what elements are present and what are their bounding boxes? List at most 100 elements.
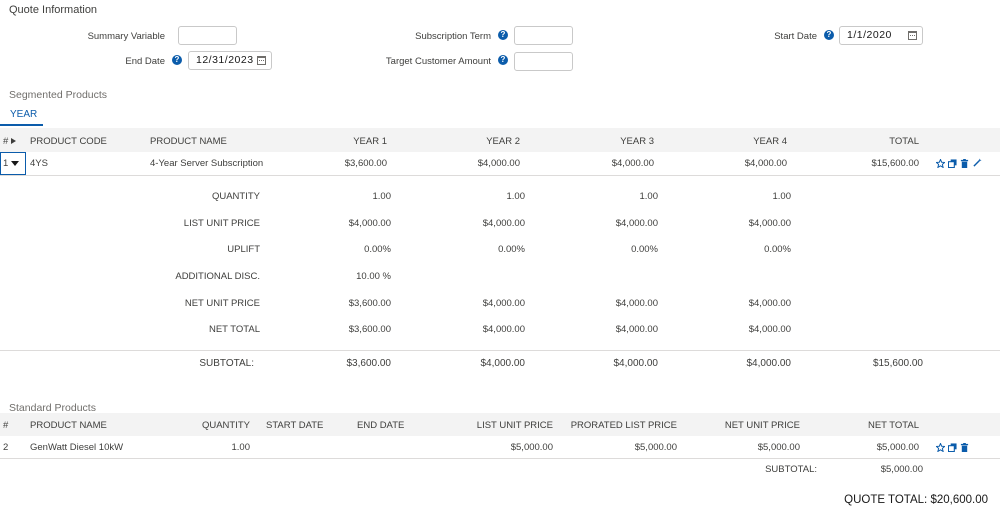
detail-value[interactable]: 10.00 % [300,271,391,282]
segmented-header-total: TOTAL [889,136,919,147]
detail-value[interactable]: $4,000.00 [300,218,391,229]
segmented-subtotal-year3: $4,000.00 [613,358,659,369]
standard-row-product-name: GenWatt Diesel 10kW [30,442,124,453]
detail-value[interactable]: 1.00 [300,191,392,202]
end-date-input[interactable]: 12/31/2023 [188,51,272,70]
segmented-subtotal-year2: $4,000.00 [480,358,526,369]
quote-total: QUOTE TOTAL: $20,600.00 [844,494,988,506]
detail-value[interactable]: $4,000.00 [700,218,791,229]
expand-all-icon[interactable] [10,138,16,145]
tab-year[interactable]: YEAR [10,109,37,120]
detail-value[interactable]: $3,600.00 [300,298,391,309]
calendar-icon[interactable] [257,56,266,65]
segmented-row-product-code: 4YS [30,158,48,169]
detail-label: QUANTITY [211,191,260,202]
detail-label: NET TOTAL [208,324,260,335]
standard-header-quantity: QUANTITY [201,420,250,431]
target-customer-amount-label: Target Customer Amount [385,56,491,67]
segmented-header-product-code: PRODUCT CODE [30,136,107,147]
start-date-label: Start Date [774,31,817,42]
detail-label: LIST UNIT PRICE [183,218,260,229]
star-icon[interactable] [936,443,945,452]
segmented-subtotal-year1: $3,600.00 [346,358,392,369]
detail-value[interactable]: 0.00% [434,244,525,255]
detail-value[interactable]: 0.00% [700,244,791,255]
detail-value[interactable]: $3,600.00 [300,324,391,335]
start-date-help-icon[interactable]: ? [824,30,834,40]
standard-row-prorated-list-price: $5,000.00 [634,442,677,453]
standard-header-num: # [3,420,9,431]
segmented-row-divider [0,175,1000,176]
segmented-row-total: $15,600.00 [871,158,919,169]
detail-value[interactable]: 1.00 [700,191,792,202]
end-date-label: End Date [125,56,165,67]
segmented-header-year4: YEAR 4 [753,136,787,147]
segmented-header-year1: YEAR 1 [353,136,387,147]
detail-value[interactable]: $4,000.00 [434,218,525,229]
detail-value[interactable]: $4,000.00 [567,218,658,229]
summary-variable-input[interactable] [178,26,237,45]
calendar-icon[interactable] [908,31,917,40]
segmented-row-product-name: 4-Year Server Subscription [150,158,264,169]
segmented-subtotal-label: SUBTOTAL: [199,358,254,369]
detail-value[interactable]: $4,000.00 [434,324,525,335]
segmented-row-year3: $4,000.00 [611,158,654,169]
standard-row-quantity: 1.00 [231,442,251,453]
standard-row-num: 2 [3,442,9,453]
standard-row-list-unit-price: $5,000.00 [510,442,553,453]
subscription-term-label: Subscription Term [415,31,491,42]
standard-header-start-date: START DATE [266,420,324,431]
detail-value[interactable]: 1.00 [567,191,659,202]
start-date-value: 1/1/2020 [847,29,892,41]
segmented-subtotal-total: $15,600.00 [872,358,923,369]
standard-row-divider [0,458,1000,459]
segmented-header-num[interactable]: # [3,136,16,147]
segmented-row-year4: $4,000.00 [744,158,787,169]
subscription-term-help-icon[interactable]: ? [498,30,508,40]
detail-value[interactable]: 0.00% [300,244,391,255]
standard-subtotal-value: $5,000.00 [880,464,923,475]
standard-header-product-name: PRODUCT NAME [30,420,107,431]
standard-header-net-unit-price: NET UNIT PRICE [724,420,800,431]
detail-label: ADDITIONAL DISC. [175,271,260,282]
subscription-term-input[interactable] [514,26,573,45]
chevron-down-icon[interactable] [10,160,19,166]
copy-icon[interactable] [948,443,957,452]
segmented-subtotal-divider [0,350,1000,351]
standard-row-net-total: $5,000.00 [876,442,919,453]
segmented-row-year1: $3,600.00 [344,158,387,169]
trash-icon[interactable] [960,159,969,168]
detail-value[interactable]: $4,000.00 [567,324,658,335]
summary-variable-label: Summary Variable [87,31,165,42]
segmented-row-num: 1 [3,158,19,169]
standard-header-list-unit-price: LIST UNIT PRICE [476,420,553,431]
segmented-products-title: Segmented Products [9,89,108,101]
detail-label: UPLIFT [227,244,260,255]
segmented-header-year2: YEAR 2 [486,136,520,147]
end-date-value: 12/31/2023 [196,54,254,66]
detail-label: NET UNIT PRICE [184,298,260,309]
detail-value[interactable]: $4,000.00 [700,324,791,335]
end-date-help-icon[interactable]: ? [172,55,182,65]
copy-icon[interactable] [948,159,957,168]
standard-header-prorated-list-price: PRORATED LIST PRICE [570,420,677,431]
tab-year-underline [0,124,43,126]
standard-row-net-unit-price: $5,000.00 [757,442,800,453]
detail-value[interactable]: 0.00% [567,244,658,255]
segmented-header-year3: YEAR 3 [620,136,654,147]
trash-icon[interactable] [960,443,969,452]
magic-wand-icon[interactable] [973,158,982,167]
target-customer-amount-help-icon[interactable]: ? [498,55,508,65]
standard-header-net-total: NET TOTAL [867,420,919,431]
start-date-input[interactable]: 1/1/2020 [839,26,923,45]
detail-value[interactable]: $4,000.00 [567,298,658,309]
standard-header-end-date: END DATE [357,420,405,431]
star-icon[interactable] [936,159,945,168]
detail-value[interactable]: $4,000.00 [434,298,525,309]
segmented-subtotal-year4: $4,000.00 [746,358,792,369]
target-customer-amount-input[interactable] [514,52,573,71]
detail-value[interactable]: 1.00 [434,191,526,202]
standard-subtotal-label: SUBTOTAL: [765,464,817,475]
segmented-row-year2: $4,000.00 [477,158,520,169]
detail-value[interactable]: $4,000.00 [700,298,791,309]
